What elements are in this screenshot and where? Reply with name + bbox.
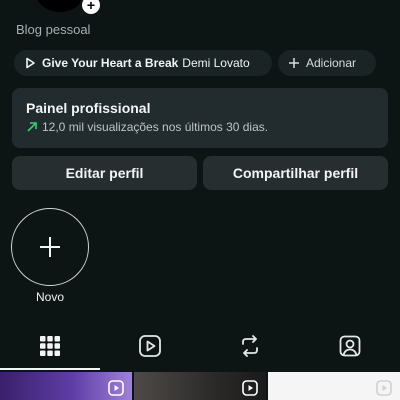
repost-icon — [242, 335, 258, 357]
tab-tagged[interactable] — [300, 326, 400, 366]
profile-tabs — [0, 326, 400, 370]
reel-badge-icon — [376, 380, 392, 396]
profile-chips: Give Your Heart a Break Demi Lovato Adic… — [14, 50, 386, 76]
professional-dashboard[interactable]: Painel profissional 12,0 mil visualizaçõ… — [12, 88, 388, 148]
active-tab-indicator — [0, 368, 100, 370]
profile-category: Blog pessoal — [16, 22, 91, 37]
share-profile-button[interactable]: Compartilhar perfil — [203, 156, 388, 190]
edit-profile-button[interactable]: Editar perfil — [12, 156, 197, 190]
reel-badge-icon — [242, 380, 258, 396]
new-highlight-button[interactable] — [11, 208, 89, 286]
reels-icon — [139, 335, 161, 357]
add-chip-label: Adicionar — [306, 56, 357, 70]
tab-posts[interactable] — [0, 326, 100, 366]
dashboard-stats: 12,0 mil visualizações nos últimos 30 di… — [26, 120, 374, 134]
new-highlight-label: Novo — [35, 290, 64, 304]
music-chip[interactable]: Give Your Heart a Break Demi Lovato — [14, 50, 272, 76]
plus-icon — [289, 58, 299, 68]
music-artist: Demi Lovato — [182, 56, 250, 70]
add-story-icon[interactable]: + — [80, 0, 102, 16]
tagged-icon — [339, 335, 361, 357]
posts-grid — [0, 372, 400, 400]
tab-reels[interactable] — [100, 326, 200, 366]
reel-badge-icon — [108, 380, 124, 396]
plus-icon — [40, 237, 60, 257]
music-song: Give Your Heart a Break — [42, 56, 179, 70]
grid-icon — [40, 336, 60, 356]
grid-post-thumbnail[interactable] — [268, 372, 400, 400]
dashboard-title: Painel profissional — [26, 100, 151, 116]
play-icon — [26, 57, 35, 69]
grid-post-thumbnail[interactable] — [0, 372, 132, 400]
tab-reposts[interactable] — [200, 326, 300, 366]
grid-post-thumbnail[interactable] — [134, 372, 266, 400]
trend-up-icon — [27, 122, 37, 132]
dashboard-stats-text: 12,0 mil visualizações nos últimos 30 di… — [42, 120, 269, 134]
avatar[interactable] — [34, 0, 86, 12]
add-chip-button[interactable]: Adicionar — [278, 50, 376, 76]
